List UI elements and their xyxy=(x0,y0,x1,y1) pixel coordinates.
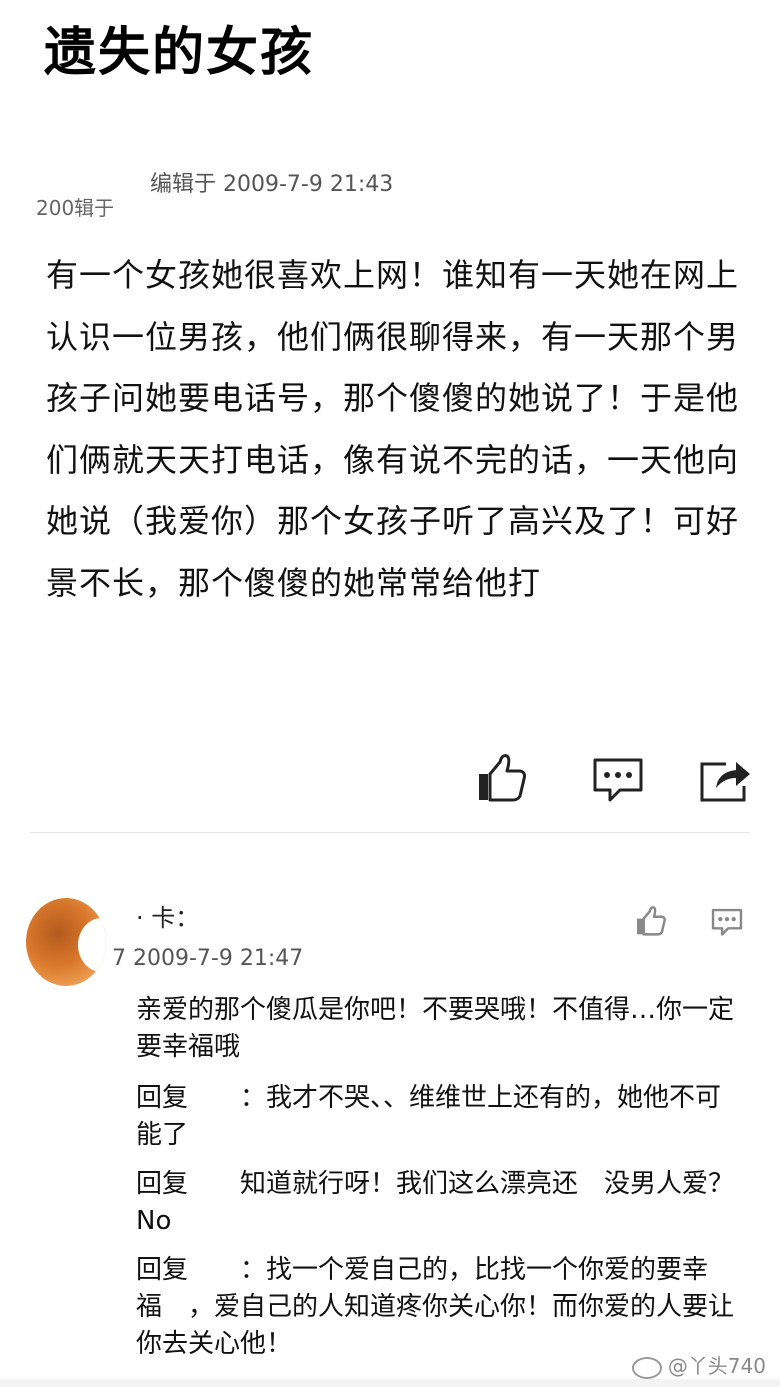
bottom-bar xyxy=(0,1379,780,1387)
edit-timestamp-faint: 200辑于 xyxy=(36,196,115,220)
reply-text: 回复 知道就行呀！我们这么漂亮还 没男人爱？No xyxy=(136,1169,735,1236)
weibo-icon xyxy=(631,1356,662,1379)
share-button[interactable] xyxy=(696,750,752,806)
watermark-text: @丫头740 xyxy=(667,1354,766,1378)
watermark: @丫头740 xyxy=(631,1350,766,1379)
like-button[interactable] xyxy=(474,750,530,806)
avatar[interactable] xyxy=(26,898,106,986)
reply-text: 回复 ：找一个爱自己的，比找一个你爱的要幸福 ，爱自己的人知道疼你关心你！而你爱… xyxy=(136,1255,735,1359)
comment-text: 亲爱的那个傻瓜是你吧！不要哭哦！不值得…你一定要幸福哦 xyxy=(136,995,735,1062)
comment-reply-button[interactable] xyxy=(708,904,746,938)
comment-icon xyxy=(711,908,743,936)
comment-like-button[interactable] xyxy=(634,904,668,938)
comment-username[interactable]: · 卡： xyxy=(136,898,199,933)
comment-icon xyxy=(593,758,643,802)
post-title: 遗失的女孩 xyxy=(44,23,315,83)
edit-timestamp: 编辑于 2009-7-9 21:43 xyxy=(150,172,394,197)
thumbs-up-icon xyxy=(479,754,526,802)
section-divider xyxy=(30,832,750,833)
comment-timestamp: 7 2009-7-9 21:47 xyxy=(112,946,304,971)
share-icon xyxy=(700,762,750,802)
post-body: 有一个女孩她很喜欢上网！谁知有一天她在网上认识一位男孩，他们俩很聊得来，有一天那… xyxy=(46,256,740,602)
post-action-bar xyxy=(0,750,780,810)
thumbs-up-icon xyxy=(637,906,666,936)
reply-text: 回复 ：我才不哭、、维维世上还有的，她他不可能了 xyxy=(136,1083,722,1150)
comment-button[interactable] xyxy=(590,750,646,806)
